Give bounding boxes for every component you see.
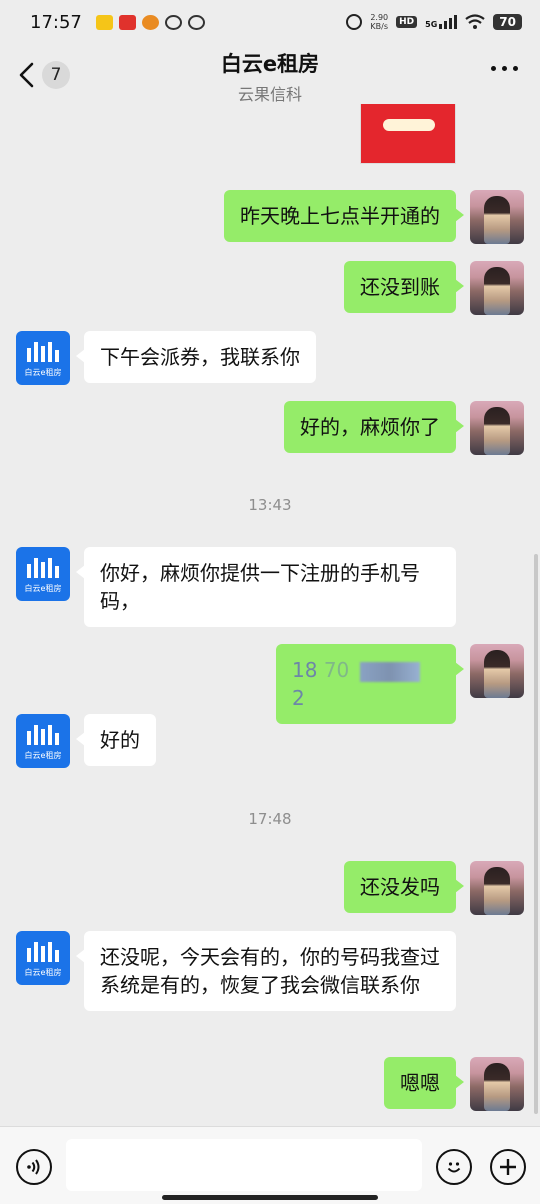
contact-avatar[interactable]: 白云e租房 <box>16 547 70 601</box>
chat-header: 7 白云e租房 云果信科 <box>0 44 540 104</box>
avatar-brand-text: 白云e租房 <box>24 368 62 377</box>
network-speed-value: 2.90 <box>370 13 389 22</box>
user-avatar[interactable] <box>470 1057 524 1111</box>
chat-title: 白云e租房 <box>220 52 320 76</box>
chat-scrollbar[interactable] <box>534 554 538 1114</box>
status-system-icons: 2.90 KB/s HD 5G 70 <box>346 13 522 31</box>
chat-subtitle: 云果信科 <box>237 85 302 104</box>
avatar-brand-text: 白云e租房 <box>24 584 62 593</box>
network-speed: 2.90 KB/s <box>370 13 388 31</box>
message-bubble[interactable]: 嗯嗯 <box>384 1057 464 1109</box>
contact-avatar[interactable]: 白云e租房 <box>16 331 70 385</box>
message-bubble[interactable]: 下午会派券，我联系你 <box>76 331 316 383</box>
message-bubble[interactable]: 还没到账 <box>344 261 464 313</box>
hd-badge: HD <box>396 16 418 28</box>
message-timestamp: 17:48 <box>248 810 292 828</box>
more-dot-icon <box>502 66 507 71</box>
message-bubble[interactable]: 昨天晚上七点半开通的 <box>224 190 464 242</box>
message-input-bar <box>0 1126 540 1204</box>
emoji-button[interactable] <box>436 1149 472 1185</box>
message-bubble[interactable]: 好的，麻烦你了 <box>284 401 464 453</box>
message-bubble[interactable]: 还没呢，今天会有的，你的号码我查过系统是有的，恢复了我会微信联系你 <box>76 931 456 1011</box>
message-bubble[interactable]: 你好，麻烦你提供一下注册的手机号码， <box>76 547 456 627</box>
more-dot-icon <box>513 66 518 71</box>
network-type-label: 5G <box>425 20 438 29</box>
voice-input-button[interactable] <box>16 1149 52 1185</box>
phone-number-middle: 70 <box>323 658 350 682</box>
status-notification-icons <box>95 14 205 30</box>
message-text-input[interactable] <box>66 1139 422 1191</box>
battery-indicator: 70 <box>493 14 522 30</box>
redaction-blur <box>359 661 420 682</box>
smiley-icon <box>447 1162 461 1173</box>
cellular-signal-icon: 5G <box>425 15 458 29</box>
wifi-icon <box>465 14 485 29</box>
phone-number-prefix: 18 <box>292 658 318 682</box>
link-icon <box>187 14 205 30</box>
message-bubble[interactable]: 还没发吗 <box>344 861 464 913</box>
voice-icon <box>27 1159 40 1175</box>
more-options-button[interactable] <box>491 66 518 71</box>
avatar-brand-text: 白云e租房 <box>24 751 62 760</box>
more-actions-button[interactable] <box>490 1149 526 1185</box>
status-bar: 17:57 2.90 KB/s HD 5G 70 <box>0 0 540 44</box>
image-red-banner <box>361 104 455 163</box>
meituan-app-icon <box>95 14 113 30</box>
network-speed-unit: KB/s <box>370 22 389 31</box>
message-bubble[interactable]: 好的 <box>76 714 156 766</box>
contact-avatar[interactable]: 白云e租房 <box>16 714 70 768</box>
avatar-brand-text: 白云e租房 <box>24 968 62 977</box>
more-dot-icon <box>491 66 496 71</box>
chat-message-list[interactable]: 昨天晚上七点半开通的 还没到账 白云e租房 下午会派券，我联系你 好的，麻烦你了… <box>0 104 540 1126</box>
phone-number-bubble[interactable]: 18 70 2 <box>276 644 464 724</box>
missed-call-icon <box>164 14 182 30</box>
phone-number-suffix: 2 <box>292 686 305 710</box>
contact-avatar[interactable]: 白云e租房 <box>16 931 70 985</box>
user-avatar[interactable] <box>470 861 524 915</box>
shared-image-thumbnail[interactable] <box>360 104 456 164</box>
message-timestamp: 13:43 <box>248 496 292 514</box>
home-indicator[interactable] <box>162 1195 378 1200</box>
status-time: 17:57 <box>30 11 82 33</box>
user-avatar[interactable] <box>470 644 524 698</box>
user-avatar[interactable] <box>470 190 524 244</box>
weibo-app-icon <box>141 14 159 30</box>
alarm-icon <box>346 14 363 30</box>
redbook-app-icon <box>118 14 136 30</box>
user-avatar[interactable] <box>470 401 524 455</box>
plus-icon <box>500 1159 516 1175</box>
image-button-graphic <box>383 119 435 131</box>
user-avatar[interactable] <box>470 261 524 315</box>
chat-title-area: 白云e租房 云果信科 <box>0 48 540 105</box>
